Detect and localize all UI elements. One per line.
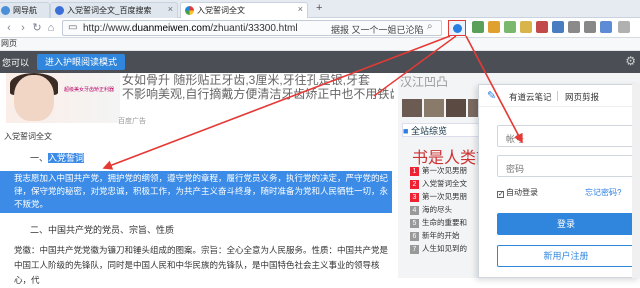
account-input[interactable] [498, 126, 634, 146]
close-icon[interactable]: × [168, 4, 173, 14]
thumbnail[interactable] [424, 99, 444, 117]
url-bar[interactable]: ▭ http://www.duanmeiwen.com/zhuanti/3330… [62, 20, 442, 36]
list-item-label: 海的尽头 [422, 205, 452, 214]
rank-badge: 2 [410, 180, 419, 189]
site-icon [185, 6, 194, 15]
tab-nav[interactable]: 网导航 [0, 2, 50, 18]
bookmark-bar: 网页 [0, 38, 640, 51]
scissors-icon[interactable] [568, 21, 580, 33]
new-tab-button[interactable]: + [316, 2, 322, 14]
list-item-label: 第一次见男朋 [422, 192, 467, 201]
scrollbar[interactable] [632, 84, 640, 278]
url-prefix: http://www. [83, 23, 132, 34]
close-icon[interactable]: × [298, 4, 303, 14]
section-title: 全站综览 [410, 126, 447, 136]
reader-mode-bar: 您可以 进入护眼阅读模式 ⚙ [0, 51, 640, 73]
heading-prefix: 一、 [30, 153, 49, 163]
list-item-label: 生命的重要和 [422, 218, 467, 227]
site-icon [1, 6, 10, 15]
forward-icon[interactable]: › [16, 21, 30, 35]
login-button[interactable]: 登录 [497, 213, 635, 235]
breadcrumb[interactable]: 入党誓词全文 [4, 131, 52, 142]
mail-icon[interactable] [536, 21, 548, 33]
ad-line: 不影响美观,自行摘戴方便清洁牙齿矫正中也不用铁齿 [122, 87, 394, 101]
ad-face [14, 75, 54, 121]
paragraph-line: 中国工人阶级的先锋队，同时是中国人民和中华民族的先锋队，是中国特色社会主义事业的… [14, 260, 380, 285]
url-path: /zhuanti/33300.html [210, 23, 298, 34]
register-button[interactable]: 新用户注册 [497, 245, 635, 267]
sidebar-top-text: 汉江凹凸 [400, 75, 449, 89]
list-item-label: 入党誓词全文 [422, 179, 467, 188]
tab-divider [557, 91, 558, 101]
baidu-paw-icon [55, 6, 64, 15]
rank-badge: 4 [410, 206, 419, 215]
home-icon[interactable]: ⌂ [44, 21, 58, 35]
password-input[interactable] [498, 156, 634, 176]
youdao-note-icon: ✎ [487, 90, 497, 102]
leaf-icon[interactable] [504, 21, 516, 33]
auto-login-label: 自动登录 [506, 188, 538, 197]
selected-paragraph[interactable]: 我志愿加入中国共产党，拥护党的纲领，遵守党的章程，履行党员义务，执行党的决定，严… [0, 171, 392, 213]
rank-badge: 1 [410, 167, 419, 176]
rank-badge: 6 [410, 232, 419, 241]
checkbox-checked-icon[interactable]: ✓ [497, 191, 504, 198]
forgot-password-link[interactable]: 忘记密码? [585, 187, 621, 198]
youdao-clip-button[interactable] [448, 20, 466, 36]
tab-active[interactable]: 入党誓词全文 × [180, 2, 308, 18]
ad-text[interactable]: 女如骨升 随形贴正牙齿,3厘米,牙往孔是银,牙套 不影响美观,自行摘戴方便清洁牙… [122, 73, 394, 103]
book-icon[interactable] [472, 21, 484, 33]
search-icon[interactable]: ⌕ [427, 21, 433, 32]
ad-image[interactable]: 超级美女牙齿矫正利器 [6, 73, 120, 123]
tab-label: 入党誓词全文 [197, 6, 245, 15]
tab-label: 网导航 [13, 6, 37, 15]
body-paragraph: 党徽：中国共产党党徽为镰刀和锤头组成的图案。宗旨：全心全意为人民服务。性质：中国… [0, 243, 392, 288]
rank-badge: 5 [410, 219, 419, 228]
selected-heading-text[interactable]: 入党誓词 [48, 153, 85, 163]
section-icon: ■ [403, 126, 409, 136]
url-text[interactable]: http://www.duanmeiwen.com/zhuanti/33300.… [83, 23, 298, 34]
section-heading: 一、入党誓词 [30, 151, 85, 164]
more-icon[interactable] [618, 21, 630, 33]
bookmark-item[interactable]: 网页 [1, 39, 17, 48]
tab-youdao-note[interactable]: 有道云笔记 [509, 91, 552, 103]
tab-baidu-search[interactable]: 入党誓词全文_百度搜索 × [50, 2, 178, 18]
person-icon[interactable] [552, 21, 564, 33]
hot-search-text[interactable]: 据报 又一个一姐已沦陷 [331, 23, 424, 36]
back-icon[interactable]: ‹ [2, 21, 16, 35]
rank-badge: 3 [410, 193, 419, 202]
reader-mode-prompt: 您可以 [2, 58, 30, 68]
rank-badge: 7 [410, 245, 419, 254]
url-domain: duanmeiwen.com [131, 23, 211, 34]
list-item-label: 人生如见到的 [422, 244, 467, 253]
star-icon[interactable] [520, 21, 532, 33]
clip-login-popup: ✎ 有道云笔记 网页剪报 ✓自动登录 忘记密码? 登录 新用户注册 [478, 84, 640, 278]
undo-icon[interactable] [584, 21, 596, 33]
list-item-label: 第一次见男朋 [422, 166, 467, 175]
password-field[interactable] [497, 155, 635, 177]
page-icon: ▭ [68, 22, 78, 33]
refresh-icon[interactable]: ↻ [30, 21, 44, 35]
note-icon [453, 24, 462, 33]
tab-label: 入党誓词全文_百度搜索 [67, 6, 152, 15]
ad-line: 女如骨升 随形贴正牙齿,3厘米,牙往孔是银,牙套 [122, 73, 371, 87]
thumbnail[interactable] [402, 99, 422, 117]
tab-bar: 网导航 入党誓词全文_百度搜索 × 入党誓词全文 × + [0, 0, 640, 18]
ad-label: 百度广告 [118, 118, 146, 125]
thumbnail[interactable] [446, 99, 466, 117]
ad-image-caption: 超级美女牙齿矫正利器 [64, 87, 115, 93]
eye-care-mode-button[interactable]: 进入护眼阅读模式 [37, 54, 125, 70]
menu-icon[interactable] [600, 21, 612, 33]
auto-login-checkbox[interactable]: ✓ 自动登录 [497, 187, 538, 198]
section-heading: 二、中国共产党的党员、宗旨、性质 [30, 225, 175, 235]
grid-icon[interactable] [488, 21, 500, 33]
tab-web-clip[interactable]: 网页剪报 [565, 91, 599, 103]
account-field[interactable] [497, 125, 635, 147]
address-toolbar: ‹ › ↻ ⌂ ▭ http://www.duanmeiwen.com/zhua… [0, 18, 640, 38]
popup-tabs: ✎ 有道云笔记 网页剪报 [479, 85, 640, 107]
gear-icon[interactable]: ⚙ [625, 54, 636, 68]
paragraph-line: 党徽：中国共产党党徽为镰刀和锤头组成的图案。宗旨：全心全意为人民服务。性质：中国… [14, 245, 389, 255]
list-item-label: 新年的开始 [422, 231, 460, 240]
